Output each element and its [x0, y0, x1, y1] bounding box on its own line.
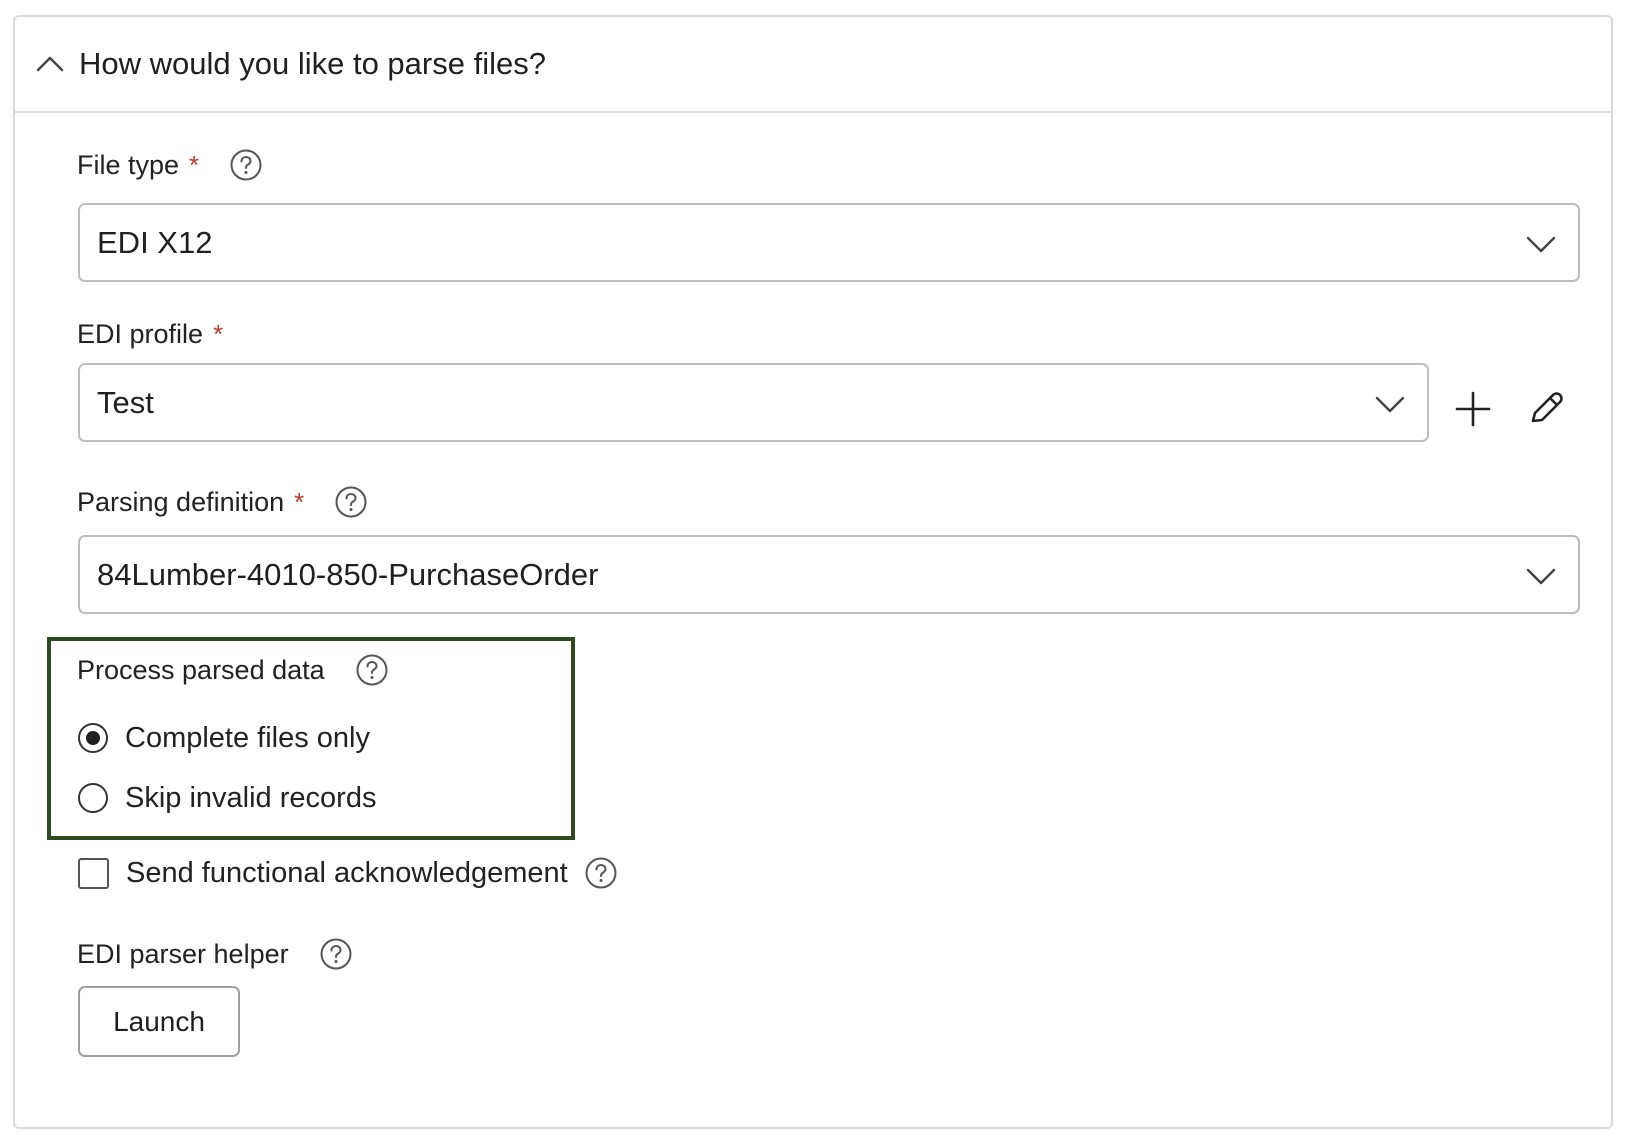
process-parsed-data-label-text: Process parsed data	[77, 655, 325, 685]
edi-parser-helper-label: EDI parser helper	[77, 937, 353, 971]
radio-complete-files-only[interactable]: Complete files only	[78, 720, 370, 756]
parsing-definition-label-text: Parsing definition	[77, 487, 285, 517]
chevron-down-icon	[1526, 568, 1556, 584]
edi-profile-label-text: EDI profile	[77, 319, 204, 349]
parsing-definition-value: 84Lumber-4010-850-PurchaseOrder	[97, 556, 599, 592]
file-type-value: EDI X12	[97, 224, 213, 260]
edi-profile-label: EDI profile *	[77, 317, 223, 351]
functional-ack-checkbox-row[interactable]: Send functional acknowledgement	[78, 854, 618, 892]
help-icon[interactable]	[334, 485, 368, 519]
chevron-down-icon	[1526, 236, 1556, 252]
radio-button[interactable]	[78, 783, 108, 813]
required-mark: *	[189, 150, 200, 180]
help-icon[interactable]	[319, 937, 353, 971]
file-type-label: File type *	[77, 148, 263, 182]
help-icon[interactable]	[355, 653, 389, 687]
plus-icon[interactable]	[1451, 387, 1495, 431]
radio-label: Complete files only	[125, 721, 370, 754]
file-type-select[interactable]: EDI X12	[78, 203, 1580, 282]
chevron-down-icon	[1375, 396, 1405, 412]
file-type-label-text: File type	[77, 150, 180, 180]
launch-button[interactable]: Launch	[78, 986, 240, 1057]
edi-profile-select[interactable]: Test	[78, 363, 1429, 442]
parsing-definition-label: Parsing definition *	[77, 485, 368, 519]
panel-header[interactable]: How would you like to parse files?	[15, 17, 1611, 113]
help-icon[interactable]	[584, 856, 618, 890]
functional-ack-label: Send functional acknowledgement	[126, 856, 568, 889]
edi-parser-helper-label-text: EDI parser helper	[77, 939, 289, 969]
radio-button[interactable]	[78, 723, 108, 753]
required-mark: *	[213, 319, 224, 349]
radio-skip-invalid-records[interactable]: Skip invalid records	[78, 780, 376, 816]
parsing-definition-select[interactable]: 84Lumber-4010-850-PurchaseOrder	[78, 535, 1580, 614]
edi-profile-value: Test	[97, 384, 154, 420]
required-mark: *	[294, 487, 305, 517]
pencil-icon[interactable]	[1523, 387, 1567, 431]
section-title: How would you like to parse files?	[79, 46, 546, 81]
functional-ack-checkbox[interactable]	[78, 857, 109, 889]
radio-label: Skip invalid records	[125, 781, 377, 814]
chevron-up-icon[interactable]	[33, 47, 67, 81]
help-icon[interactable]	[229, 148, 263, 182]
process-parsed-data-label: Process parsed data	[77, 653, 389, 687]
